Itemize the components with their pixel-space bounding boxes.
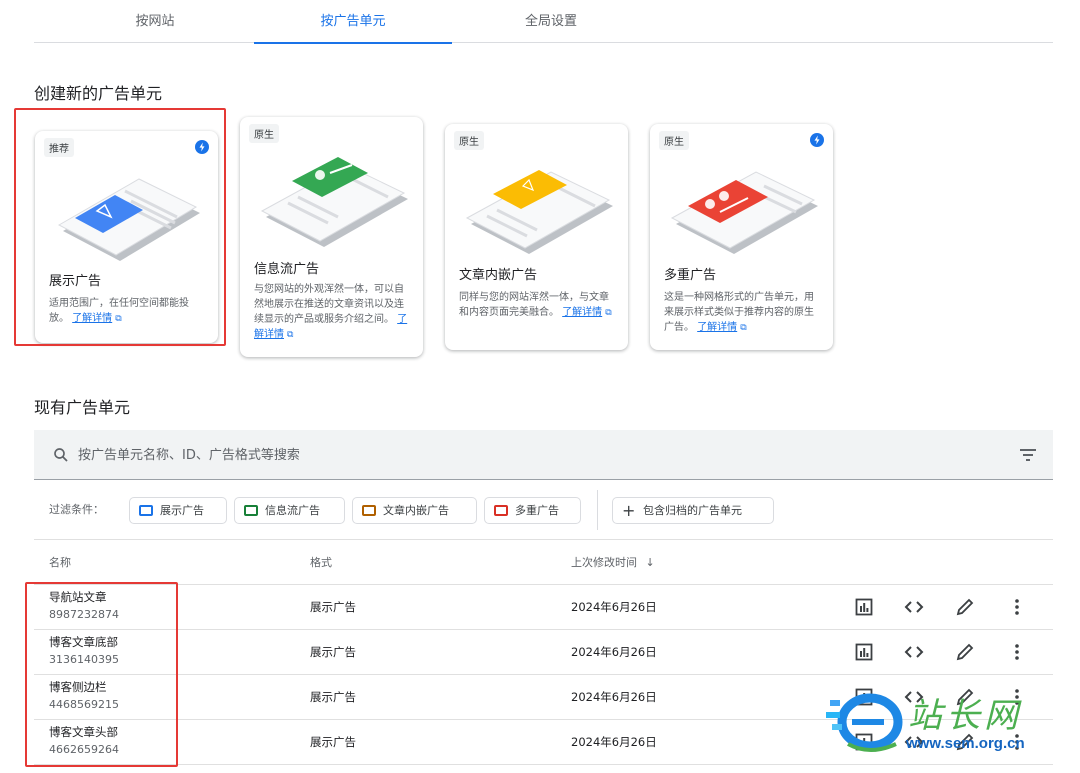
column-header-modified[interactable]: 上次修改时间 ↓ <box>571 554 655 570</box>
ad-unit-name[interactable]: 导航站文章 <box>49 589 107 605</box>
open-in-new-icon: ⧉ <box>740 323 747 333</box>
ad-unit-name[interactable]: 博客文章头部 <box>49 724 118 740</box>
flash-icon <box>195 140 209 154</box>
in-article-ad-illustration <box>445 152 628 262</box>
filter-label: 过滤条件： <box>49 503 104 516</box>
code-icon[interactable] <box>904 597 924 617</box>
sort-arrow-down-icon: ↓ <box>645 556 655 569</box>
ad-unit-name[interactable]: 博客侧边栏 <box>49 679 107 695</box>
card-badge: 推荐 <box>44 138 74 157</box>
bar-chart-icon[interactable] <box>854 597 874 617</box>
card-display-ad[interactable]: 推荐 展示广告 适用范围广，在任何空间都能投放。 了解详情 ⧉ <box>35 131 218 343</box>
card-infeed-ad[interactable]: 原生 信息流广告 与您网站的外观浑然一体，可以自然地展示在推送的文章资讯以及连续… <box>240 117 423 357</box>
learn-more-link[interactable]: 了解详情 <box>697 322 737 333</box>
card-badge: 原生 <box>659 131 689 150</box>
include-archived-chip[interactable]: + 包含归档的广告单元 <box>612 497 774 524</box>
ad-unit-date: 2024年6月26日 <box>571 735 657 749</box>
search-input[interactable] <box>78 442 978 468</box>
ad-unit-date: 2024年6月26日 <box>571 645 657 659</box>
display-ad-illustration <box>35 159 218 269</box>
multiplex-ad-illustration <box>650 152 833 262</box>
multiplex-ad-icon <box>494 505 508 516</box>
card-in-article-ad[interactable]: 原生 文章内嵌广告 同样与您的网站浑然一体，与文章和内容页面完美融合。 了解详情… <box>445 124 628 350</box>
divider <box>597 490 598 530</box>
ad-unit-id: 3136140395 <box>49 653 119 666</box>
ad-unit-id: 4468569215 <box>49 698 119 711</box>
open-in-new-icon: ⧉ <box>605 308 612 318</box>
filter-list-icon[interactable] <box>1019 447 1037 467</box>
create-section-title: 创建新的广告单元 <box>34 84 163 103</box>
ad-unit-id: 8987232874 <box>49 608 119 621</box>
ad-unit-format: 展示广告 <box>310 735 356 749</box>
infeed-ad-icon <box>244 505 258 516</box>
watermark-text: 站长网 <box>908 696 1022 736</box>
more-vert-icon[interactable] <box>1007 642 1027 662</box>
more-vert-icon[interactable] <box>1007 597 1027 617</box>
card-title: 展示广告 <box>49 274 102 289</box>
filter-chip-infeed[interactable]: 信息流广告 <box>234 497 345 524</box>
divider <box>34 539 1053 540</box>
card-title: 信息流广告 <box>254 262 320 277</box>
table-row[interactable]: 博客文章底部 3136140395 展示广告 2024年6月26日 <box>34 630 1053 675</box>
add-icon: + <box>622 501 636 520</box>
learn-more-link[interactable]: 了解详情 <box>72 313 112 324</box>
watermark-logo <box>826 693 903 752</box>
edit-icon[interactable] <box>955 642 975 662</box>
flash-icon <box>810 133 824 147</box>
filter-chip-display[interactable]: 展示广告 <box>129 497 227 524</box>
bar-chart-icon[interactable] <box>854 642 874 662</box>
learn-more-link[interactable]: 了解详情 <box>562 307 602 318</box>
ad-unit-format: 展示广告 <box>310 690 356 704</box>
column-header-name[interactable]: 名称 <box>49 554 71 570</box>
card-title: 多重广告 <box>664 268 717 283</box>
ad-unit-name[interactable]: 博客文章底部 <box>49 634 118 650</box>
card-description: 这是一种网格形式的广告单元，用来展示样式类似于推荐内容的原生广告。 了解详情 ⧉ <box>664 290 821 336</box>
card-badge: 原生 <box>454 131 484 150</box>
display-ad-icon <box>139 505 153 516</box>
tab-by-site[interactable]: 按网站 <box>56 0 254 43</box>
filter-chip-multiplex[interactable]: 多重广告 <box>484 497 581 524</box>
column-header-format[interactable]: 格式 <box>310 554 332 570</box>
open-in-new-icon: ⧉ <box>287 330 294 340</box>
watermark: 站长网 www.sem.org.cn <box>826 686 1056 768</box>
ad-unit-format: 展示广告 <box>310 645 356 659</box>
table-row[interactable]: 导航站文章 8987232874 展示广告 2024年6月26日 <box>34 585 1053 630</box>
ad-unit-date: 2024年6月26日 <box>571 600 657 614</box>
tab-bar: 按网站 按广告单元 全局设置 <box>34 0 1053 44</box>
tab-global-settings[interactable]: 全局设置 <box>452 0 650 43</box>
filter-chip-in-article[interactable]: 文章内嵌广告 <box>352 497 477 524</box>
code-icon[interactable] <box>904 642 924 662</box>
open-in-new-icon: ⧉ <box>115 314 122 324</box>
search-bar <box>34 430 1053 480</box>
search-icon <box>52 446 70 468</box>
existing-section-title: 现有广告单元 <box>34 398 131 417</box>
card-title: 文章内嵌广告 <box>459 268 538 283</box>
card-badge: 原生 <box>249 124 279 143</box>
in-article-ad-icon <box>362 505 376 516</box>
ad-unit-format: 展示广告 <box>310 600 356 614</box>
ad-unit-date: 2024年6月26日 <box>571 690 657 704</box>
ad-unit-id: 4662659264 <box>49 743 119 756</box>
tab-by-ad-unit[interactable]: 按广告单元 <box>254 0 452 44</box>
card-multiplex-ad[interactable]: 原生 多重广告 这是一种网格形式的广告单元，用来展示样式类似于推荐内容的原生广告… <box>650 124 833 350</box>
card-description: 同样与您的网站浑然一体，与文章和内容页面完美融合。 了解详情 ⧉ <box>459 290 616 321</box>
infeed-ad-illustration <box>240 145 423 255</box>
edit-icon[interactable] <box>955 597 975 617</box>
card-description: 与您网站的外观浑然一体，可以自然地展示在推送的文章资讯以及连续显示的产品或服务介… <box>254 282 411 343</box>
watermark-url: www.sem.org.cn <box>906 735 1025 752</box>
card-description: 适用范围广，在任何空间都能投放。 了解详情 ⧉ <box>49 296 206 327</box>
